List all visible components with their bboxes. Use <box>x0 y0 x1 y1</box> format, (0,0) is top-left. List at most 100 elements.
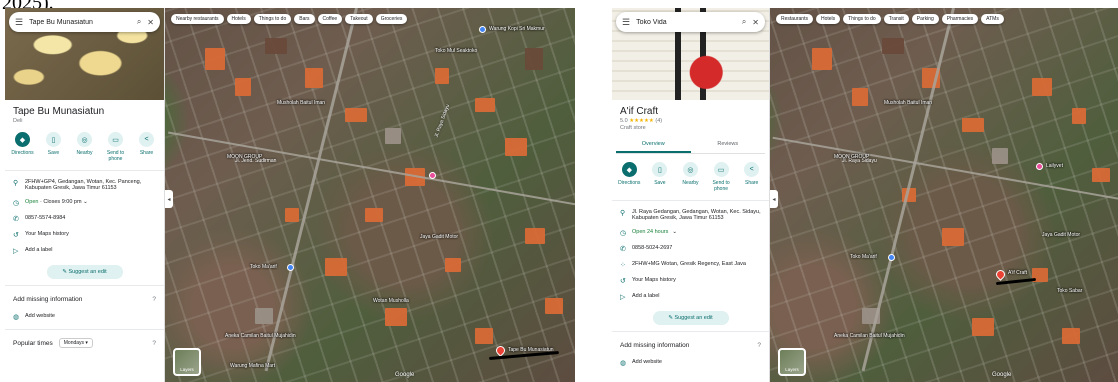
directions-button[interactable]: ◆ Directions <box>616 162 642 192</box>
map-poi-marker[interactable] <box>479 26 486 33</box>
menu-icon[interactable]: ☰ <box>622 17 630 28</box>
chip-nearby-restaurants[interactable]: Nearby restaurants <box>171 14 224 24</box>
map-poi-label[interactable]: Jaya Gadit Motor <box>1042 232 1080 238</box>
map-poi-marker[interactable] <box>1036 163 1043 170</box>
suggest-edit-button[interactable]: ✎ Suggest an edit <box>652 311 729 325</box>
close-icon[interactable]: ✕ <box>147 18 154 27</box>
chip-bars[interactable]: Bars <box>294 14 315 24</box>
search-bar[interactable]: ☰ Toko Vida ⌕ ✕ <box>616 12 765 32</box>
location-pin-icon: ⚲ <box>620 210 626 217</box>
search-input[interactable]: Tape Bu Munasiatun <box>29 19 131 26</box>
chip-transit[interactable]: Transit <box>883 14 909 24</box>
location-pin-icon: ⚲ <box>13 180 19 187</box>
map-poi-label[interactable]: Toko Ma'arif <box>850 254 877 260</box>
add-website-row[interactable]: ◍ Add website <box>612 355 769 371</box>
hours-row[interactable]: ◷ Open · Closes 9:00 pm ⌄ <box>5 195 164 211</box>
collapse-panel-button[interactable]: ◂ <box>770 190 778 208</box>
map-poi-label[interactable]: Toko Mul Seaktoko <box>435 48 477 54</box>
chip-pharmacies[interactable]: Pharmacies <box>941 14 979 24</box>
address-row[interactable]: ⚲ 2FHW+GP4, Gedangan, Wotan, Kec. Panceng… <box>5 175 164 195</box>
chip-parking[interactable]: Parking <box>911 14 939 24</box>
send-to-phone-button[interactable]: ▭ Send to phone <box>708 162 734 192</box>
save-button[interactable]: ▯ Save <box>41 132 67 162</box>
tab-reviews[interactable]: Reviews <box>691 137 766 153</box>
search-bar[interactable]: ☰ Tape Bu Munasiatun ⌕ ✕ <box>9 12 160 32</box>
map-poi-label[interactable]: Wotan Musholla <box>373 298 409 304</box>
map-building <box>325 258 347 276</box>
chip-restaurants[interactable]: Restaurants <box>776 14 813 24</box>
map-poi-label[interactable]: Lailyvet <box>1046 163 1063 169</box>
add-label-row[interactable]: ▷ Add a label <box>5 243 164 259</box>
map-building <box>385 308 407 326</box>
search-icon[interactable]: ⌕ <box>137 17 141 27</box>
map-poi-label[interactable]: Aneka Camilan Baitul Mujahidin <box>225 333 296 339</box>
map-building <box>1062 328 1080 344</box>
globe-icon: ◍ <box>620 360 627 367</box>
selected-place-label[interactable]: A'if Craft <box>1008 270 1027 276</box>
layers-button[interactable]: Layers <box>173 348 201 376</box>
chip-hotels[interactable]: Hotels <box>815 14 841 24</box>
tab-overview[interactable]: Overview <box>616 137 691 153</box>
nearby-button[interactable]: ◎ Nearby <box>72 132 98 162</box>
chip-atms[interactable]: ATMs <box>981 14 1004 24</box>
chevron-down-icon[interactable]: ⌄ <box>672 229 677 235</box>
search-input[interactable]: Toko Vida <box>636 19 736 26</box>
send-to-phone-button[interactable]: ▭ Send to phone <box>103 132 129 162</box>
help-icon[interactable]: ? <box>152 296 156 303</box>
map-poi-label[interactable]: Toko Ma'arif <box>250 264 277 270</box>
map-poi-marker[interactable] <box>287 264 294 271</box>
directions-icon: ◆ <box>621 162 637 177</box>
map-building <box>1032 78 1052 96</box>
history-row[interactable]: ↺ Your Maps history <box>612 273 769 289</box>
chip-coffee[interactable]: Coffee <box>317 14 343 24</box>
map-poi-label[interactable]: MOON GROUP <box>227 154 262 160</box>
map-poi-label[interactable]: Jaya Gadit Motor <box>420 234 458 240</box>
map-poi-marker[interactable] <box>429 172 436 179</box>
place-name: A'if Craft <box>620 106 659 117</box>
map-building <box>972 318 994 336</box>
hours-row[interactable]: ◷ Open 24 hours ⌄ <box>612 225 769 241</box>
collapse-panel-button[interactable]: ◂ <box>165 190 173 208</box>
chip-things-to-do[interactable]: Things to do <box>843 14 881 24</box>
map-poi-label[interactable]: MOON GROUP <box>834 154 869 160</box>
history-row[interactable]: ↺ Your Maps history <box>5 227 164 243</box>
add-label-row[interactable]: ▷ Add a label <box>612 289 769 305</box>
directions-button[interactable]: ◆ Directions <box>10 132 36 162</box>
share-button[interactable]: < Share <box>739 162 765 192</box>
google-logo: Google <box>395 372 415 378</box>
layers-button[interactable]: Layers <box>778 348 806 376</box>
add-website-row[interactable]: ◍ Add website <box>5 309 164 325</box>
map-poi-label[interactable]: Warung Mafina Mart <box>230 363 275 369</box>
chip-groceries[interactable]: Groceries <box>375 14 408 24</box>
chip-takeout[interactable]: Takeout <box>345 14 373 24</box>
map-poi-marker[interactable] <box>888 254 895 261</box>
plus-code-icon: ⁘ <box>620 262 626 269</box>
map-poi-label[interactable]: Aneka Camilan Baitul Mujahidin <box>834 333 905 339</box>
share-button[interactable]: < Share <box>134 132 160 162</box>
suggest-edit-button[interactable]: ✎ Suggest an edit <box>46 265 123 279</box>
chip-hotels[interactable]: Hotels <box>226 14 251 24</box>
place-tabs: Overview Reviews <box>616 137 765 154</box>
rating-row[interactable]: 5.0 ★★★★★ (4) <box>612 117 769 124</box>
day-select[interactable]: Mondays ▾ <box>58 338 93 348</box>
nearby-button[interactable]: ◎ Nearby <box>677 162 703 192</box>
close-icon[interactable]: ✕ <box>752 18 759 27</box>
place-category[interactable]: Deli <box>5 117 164 124</box>
address-row[interactable]: ⚲ Jl. Raya Gedangan, Gedangan, Wotan, Kec… <box>612 205 769 225</box>
plus-code-row[interactable]: ⁘ 2FHW+MG Wotan, Gresik Regency, East Jav… <box>612 257 769 273</box>
search-icon[interactable]: ⌕ <box>742 17 746 27</box>
help-icon[interactable]: ? <box>757 342 761 349</box>
place-category[interactable]: Craft store <box>612 124 769 131</box>
map-poi-label[interactable]: Musholah Baitul Iman <box>277 100 325 106</box>
phone-row[interactable]: ✆ 0857-5574-8984 <box>5 211 164 227</box>
phone-icon: ▭ <box>713 162 729 177</box>
map-poi-label[interactable]: Musholah Baitul Iman <box>884 100 932 106</box>
directions-icon: ◆ <box>15 132 30 147</box>
map-poi-label[interactable]: Warung Kopi Sri Makmur <box>489 26 545 32</box>
phone-row[interactable]: ✆ 0858-5024-2697 <box>612 241 769 257</box>
save-button[interactable]: ▯ Save <box>647 162 673 192</box>
map-poi-label[interactable]: Toko Sabar <box>1057 288 1082 294</box>
help-icon[interactable]: ? <box>152 340 156 347</box>
menu-icon[interactable]: ☰ <box>15 17 23 28</box>
chip-things-to-do[interactable]: Things to do <box>253 14 292 24</box>
